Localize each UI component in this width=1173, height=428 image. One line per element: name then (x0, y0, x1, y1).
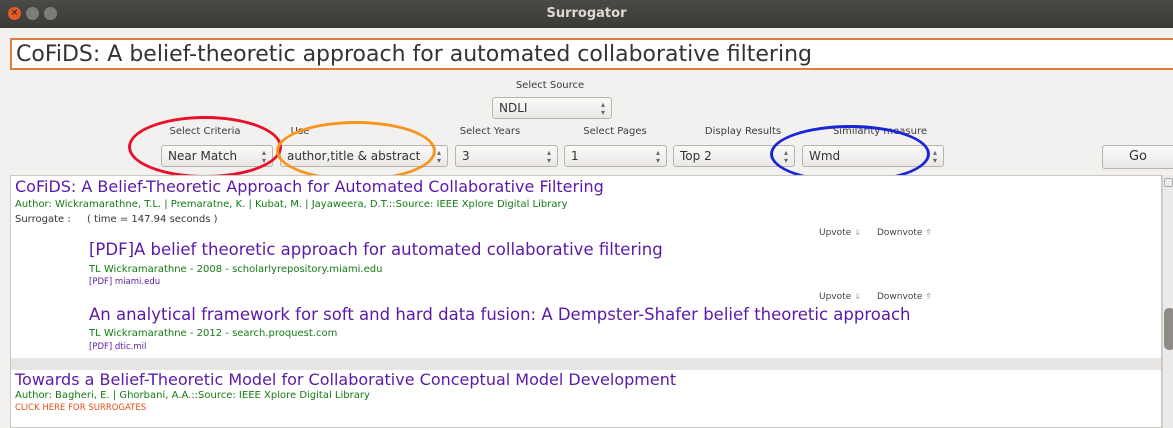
pages-select[interactable]: 1 ▴ ▾ (564, 145, 667, 167)
arrow-up-icon: ⇑ (925, 228, 932, 237)
surrogate-label: Surrogate : (15, 214, 71, 225)
upvote-button[interactable]: Upvote ⇓ (819, 228, 861, 238)
spinner-icon: ▴ ▾ (600, 100, 605, 117)
similarity-label: Similarity measure (832, 126, 928, 137)
scroll-up-arrow[interactable] (1164, 178, 1173, 187)
similarity-value: Wmd (809, 149, 841, 163)
go-button[interactable]: Go (1102, 145, 1173, 169)
source-value: NDLI (499, 101, 528, 115)
result-title-link[interactable]: Towards a Belief-Theoretic Model for Col… (15, 370, 676, 389)
years-select[interactable]: 3 ▴ ▾ (455, 145, 558, 167)
arrow-down-icon: ⇓ (854, 292, 861, 301)
pages-value: 1 (571, 149, 579, 163)
upvote-button[interactable]: Upvote ⇓ (819, 292, 861, 302)
query-input[interactable]: CoFiDS: A belief-theoretic approach for … (10, 38, 1173, 70)
surrogate-title-link[interactable]: An analytical framework for soft and har… (89, 305, 911, 324)
result-meta: Author: Bagheri, E. | Ghorbani, A.A.::So… (15, 390, 370, 401)
display-value: Top 2 (680, 149, 712, 163)
display-select[interactable]: Top 2 ▴ ▾ (673, 145, 795, 167)
surrogate-pdf-link[interactable]: [PDF] dtic.mil (89, 342, 146, 352)
result-title-link[interactable]: CoFiDS: A Belief-Theoretic Approach for … (15, 177, 604, 196)
similarity-select[interactable]: Wmd ▴ ▾ (802, 145, 944, 167)
spinner-icon: ▴ ▾ (261, 148, 266, 165)
title-bar: × Surrogator (0, 0, 1173, 28)
result-item: Towards a Belief-Theoretic Model for Col… (11, 370, 1161, 427)
result-divider (11, 358, 1161, 370)
spinner-icon: ▴ ▾ (546, 148, 551, 165)
surrogate-time: ( time = 147.94 seconds ) (87, 214, 218, 225)
use-value: author,title & abstract (287, 149, 421, 163)
display-label: Display Results (704, 126, 782, 137)
scrollbar-thumb[interactable] (1164, 308, 1173, 350)
pages-label: Select Pages (583, 126, 647, 137)
results-panel: CoFiDS: A Belief-Theoretic Approach for … (10, 175, 1162, 428)
criteria-select[interactable]: Near Match ▴ ▾ (161, 145, 273, 167)
result-item: CoFiDS: A Belief-Theoretic Approach for … (11, 176, 1161, 358)
years-value: 3 (462, 149, 470, 163)
spinner-icon: ▴ ▾ (783, 148, 788, 165)
criteria-label: Select Criteria (169, 126, 241, 137)
result-meta: Author: Wickramarathne, T.L. | Premaratn… (15, 199, 568, 210)
source-label: Select Source (515, 80, 585, 91)
criteria-value: Near Match (168, 149, 238, 163)
arrow-down-icon: ⇓ (854, 228, 861, 237)
source-select[interactable]: NDLI ▴ ▾ (492, 97, 612, 119)
spinner-icon: ▴ ▾ (655, 148, 660, 165)
years-label: Select Years (459, 126, 521, 137)
spinner-icon: ▴ ▾ (436, 148, 441, 165)
surrogate-pdf-link[interactable]: [PDF] miami.edu (89, 277, 160, 287)
surrogates-link[interactable]: CLICK HERE FOR SURROGATES (15, 403, 146, 413)
use-select[interactable]: author,title & abstract ▴ ▾ (280, 145, 448, 167)
arrow-up-icon: ⇑ (925, 292, 932, 301)
window-title: Surrogator (546, 6, 627, 21)
results-scrollbar[interactable] (1162, 175, 1173, 428)
surrogate-title-link[interactable]: [PDF]A belief theoretic approach for aut… (89, 240, 663, 259)
surrogate-meta: TL Wickramarathne - 2012 - search.proque… (89, 328, 338, 339)
downvote-button[interactable]: Downvote ⇑ (877, 228, 932, 238)
downvote-button[interactable]: Downvote ⇑ (877, 292, 932, 302)
spinner-icon: ▴ ▾ (932, 148, 937, 165)
use-label: Use (290, 126, 310, 137)
surrogate-meta: TL Wickramarathne - 2008 - scholarlyrepo… (89, 264, 383, 275)
